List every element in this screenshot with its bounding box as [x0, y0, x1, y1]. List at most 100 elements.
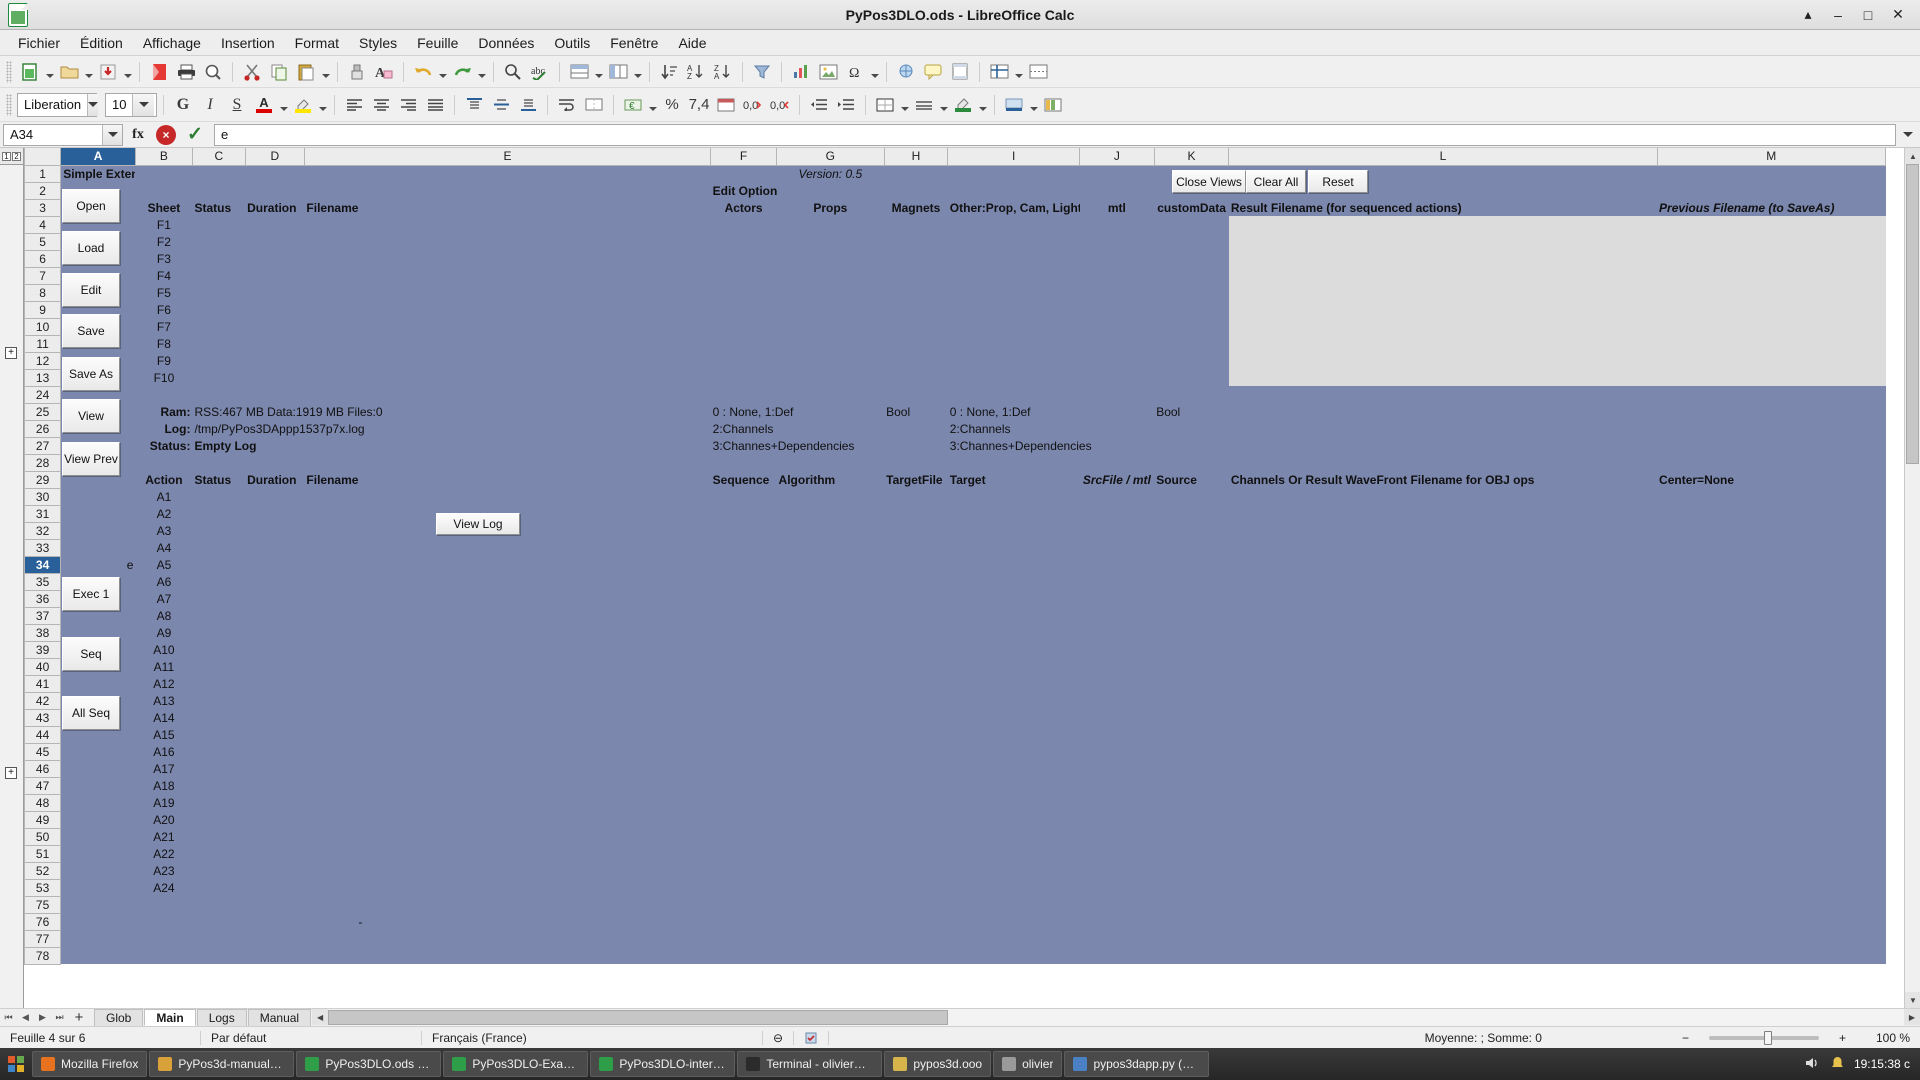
sheet-cell-K8[interactable]	[1154, 284, 1229, 301]
action-cell-H41[interactable]	[884, 675, 948, 692]
action-cell-C35[interactable]	[192, 573, 246, 590]
action-cell-D38[interactable]	[245, 624, 305, 641]
action-cell-I35[interactable]	[947, 573, 1080, 590]
action-cell-J48[interactable]	[1079, 794, 1155, 811]
action-row-A9[interactable]: A9	[135, 624, 193, 641]
sheet-cell-I6[interactable]	[947, 250, 1080, 267]
menu-item-feuille[interactable]: Feuille	[407, 32, 468, 54]
conditional-formatting-icon[interactable]	[1040, 92, 1066, 118]
action-cell-K39[interactable]	[1154, 641, 1229, 658]
new-document-dropdown-icon[interactable]	[44, 59, 55, 85]
sheet-cell-K13[interactable]	[1154, 369, 1229, 386]
action-cell-J50[interactable]	[1079, 828, 1155, 845]
action-cell-L34[interactable]	[1228, 556, 1658, 573]
row-header-46[interactable]: 46	[24, 759, 62, 778]
background-color-dropdown-icon[interactable]	[1028, 92, 1039, 118]
sheet-cell-E9[interactable]	[304, 301, 711, 318]
cell-A75[interactable]	[60, 896, 136, 913]
action-cell-D36[interactable]	[245, 590, 305, 607]
toolbar-grip[interactable]	[6, 60, 12, 83]
sheet-cell-G5[interactable]	[776, 233, 885, 250]
cell-J78[interactable]	[1079, 947, 1155, 964]
row-header-50[interactable]: 50	[24, 827, 62, 846]
open-button[interactable]: Open	[62, 189, 120, 223]
format-date-icon[interactable]	[713, 92, 739, 118]
sheet-cell-K10[interactable]	[1154, 318, 1229, 335]
row-header-36[interactable]: 36	[24, 589, 62, 608]
sheet-cell-J6[interactable]	[1079, 250, 1155, 267]
restore-icon[interactable]: ▴	[1800, 6, 1816, 23]
sheet-cell-E7[interactable]	[304, 267, 711, 284]
zoom-out-button[interactable]: −	[1672, 1027, 1699, 1049]
sheet-cell-L8[interactable]	[1228, 284, 1658, 301]
action-row-A2[interactable]: A2	[135, 505, 193, 522]
cell-J25[interactable]	[1079, 403, 1155, 420]
sheet-cell-M12[interactable]	[1657, 352, 1886, 369]
column-header-i[interactable]: I	[947, 148, 1081, 166]
sheet-row-F6[interactable]: F6	[135, 301, 193, 318]
menu-item-outils[interactable]: Outils	[544, 32, 600, 54]
action-cell-H35[interactable]	[884, 573, 948, 590]
action-cell-D51[interactable]	[245, 845, 305, 862]
action-cell-E32[interactable]	[304, 522, 711, 539]
sheet-cell-J12[interactable]	[1079, 352, 1155, 369]
sheet-cell-F12[interactable]	[710, 352, 777, 369]
action-cell-J39[interactable]	[1079, 641, 1155, 658]
row-header-47[interactable]: 47	[24, 776, 62, 795]
action-cell-F50[interactable]	[710, 828, 777, 845]
cell-G28[interactable]	[776, 454, 885, 471]
action-cell-C45[interactable]	[192, 743, 246, 760]
action-cell-H31[interactable]	[884, 505, 948, 522]
action-cell-I45[interactable]	[947, 743, 1080, 760]
action-cell-L32[interactable]	[1228, 522, 1658, 539]
sheet-cell-M11[interactable]	[1657, 335, 1886, 352]
cell-E78[interactable]	[304, 947, 711, 964]
action-cell-K52[interactable]	[1154, 862, 1229, 879]
action-cell-G53[interactable]	[776, 879, 885, 896]
cell-A78[interactable]	[60, 947, 136, 964]
cell-B28[interactable]	[135, 454, 193, 471]
sheet-cell-K11[interactable]	[1154, 335, 1229, 352]
cell-F28[interactable]	[710, 454, 777, 471]
close-views-button[interactable]: Close Views	[1172, 170, 1246, 193]
action-cell-G49[interactable]	[776, 811, 885, 828]
cell-D24[interactable]	[245, 386, 305, 403]
select-all-corner[interactable]	[24, 148, 62, 166]
sheet-cell-H13[interactable]	[884, 369, 948, 386]
action-cell-G39[interactable]	[776, 641, 885, 658]
action-cell-C34[interactable]	[192, 556, 246, 573]
clear-formatting-icon[interactable]: A	[371, 59, 397, 85]
action-cell-J45[interactable]	[1079, 743, 1155, 760]
action-cell-E50[interactable]	[304, 828, 711, 845]
cell-M1[interactable]	[1657, 165, 1886, 182]
cell-A53[interactable]	[60, 879, 136, 896]
cell-L28[interactable]	[1228, 454, 1658, 471]
formula-input[interactable]: e	[214, 123, 1896, 146]
sheet-cell-I5[interactable]	[947, 233, 1080, 250]
sheet-tab-main[interactable]: Main	[144, 1009, 196, 1026]
sheet-cell-G9[interactable]	[776, 301, 885, 318]
action-cell-K30[interactable]	[1154, 488, 1229, 505]
action-cell-L53[interactable]	[1228, 879, 1658, 896]
undo-icon[interactable]	[410, 59, 436, 85]
action-cell-L39[interactable]	[1228, 641, 1658, 658]
decrease-indent-icon[interactable]	[806, 92, 832, 118]
sheet-cell-C11[interactable]	[192, 335, 246, 352]
cell-I24[interactable]	[947, 386, 1080, 403]
clear-all-button[interactable]: Clear All	[1246, 170, 1306, 193]
cell-K28[interactable]	[1154, 454, 1229, 471]
action-row-A6[interactable]: A6	[135, 573, 193, 590]
cell-E26[interactable]	[304, 420, 711, 437]
column-header-l[interactable]: L	[1228, 148, 1658, 166]
insert-chart-icon[interactable]	[788, 59, 814, 85]
cell-L76[interactable]	[1228, 913, 1658, 930]
action-cell-G52[interactable]	[776, 862, 885, 879]
action-cell-J52[interactable]	[1079, 862, 1155, 879]
action-cell-G42[interactable]	[776, 692, 885, 709]
scroll-down-button[interactable]: ▼	[1905, 992, 1920, 1008]
cell-K77[interactable]	[1154, 930, 1229, 947]
cell-G75[interactable]	[776, 896, 885, 913]
previous-sheet-icon[interactable]: ◀	[17, 1009, 34, 1026]
row-header-37[interactable]: 37	[24, 606, 62, 625]
action-cell-E52[interactable]	[304, 862, 711, 879]
